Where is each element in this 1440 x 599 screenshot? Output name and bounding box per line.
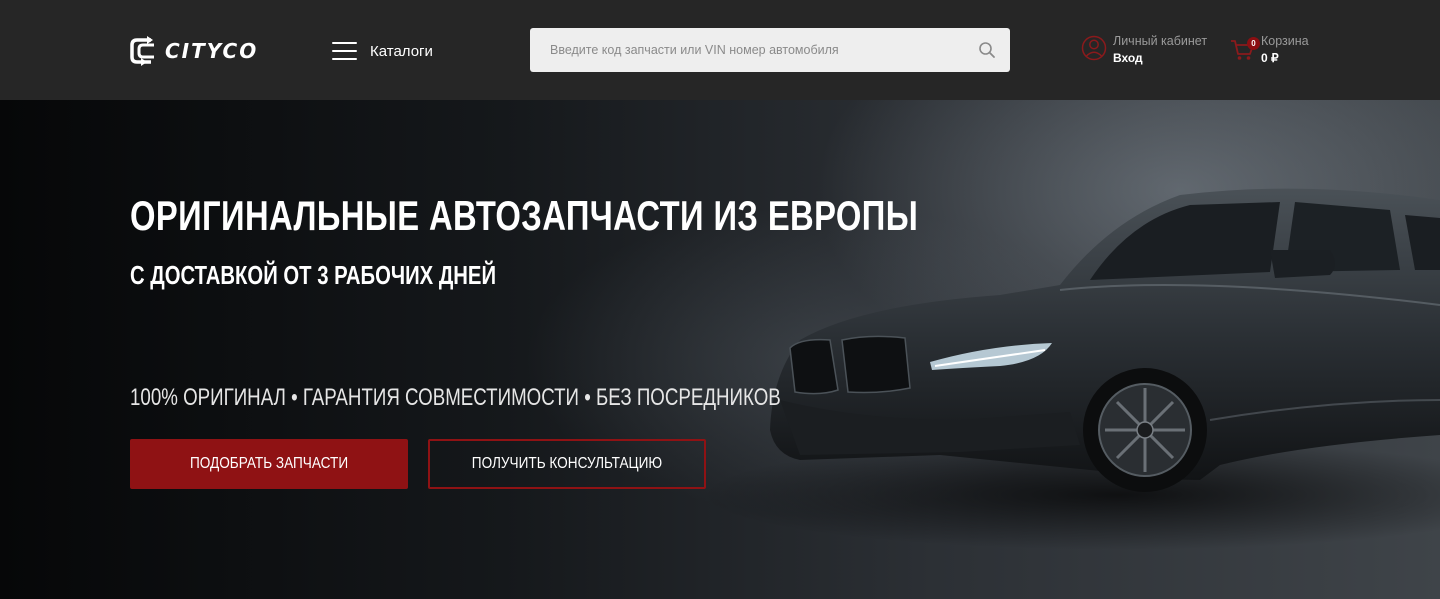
- get-consultation-button-label: ПОЛУЧИТЬ КОНСУЛЬТАЦИЮ: [471, 455, 663, 472]
- hero-subtitle: С ДОСТАВКОЙ ОТ 3 РАБОЧИХ ДНЕЙ: [130, 260, 497, 290]
- login-link[interactable]: Вход: [1113, 50, 1207, 66]
- user-icon: [1081, 35, 1107, 61]
- search-bar: [530, 28, 1010, 72]
- burger-menu-icon: [332, 42, 357, 60]
- hero-title: ОРИГИНАЛЬНЫЕ АВТОЗАПЧАСТИ ИЗ ЕВРОПЫ: [130, 192, 919, 239]
- cart-link[interactable]: 0 Корзина 0 ₽: [1230, 33, 1309, 66]
- select-parts-button[interactable]: ПОДОБРАТЬ ЗАПЧАСТИ: [130, 439, 408, 489]
- logo-text: CITYCO: [165, 39, 259, 63]
- catalog-menu-button[interactable]: Каталоги: [332, 38, 433, 64]
- cart-label: Корзина: [1261, 34, 1309, 48]
- select-parts-button-label: ПОДОБРАТЬ ЗАПЧАСТИ: [189, 455, 349, 472]
- logo[interactable]: CITYCO: [129, 33, 269, 69]
- site-header: CITYCO Каталоги Личный кабинет Вход: [0, 0, 1440, 100]
- hero-features: 100% ОРИГИНАЛ • ГАРАНТИЯ СОВМЕСТИМОСТИ •…: [130, 384, 781, 411]
- catalog-label: Каталоги: [370, 42, 433, 60]
- account-link[interactable]: Личный кабинет Вход: [1081, 33, 1207, 66]
- account-label: Личный кабинет: [1113, 34, 1208, 48]
- cart-total: 0 ₽: [1261, 51, 1279, 65]
- get-consultation-button[interactable]: ПОЛУЧИТЬ КОНСУЛЬТАЦИЮ: [428, 439, 706, 489]
- search-input[interactable]: [530, 28, 970, 72]
- cityco-logo-icon: [130, 36, 154, 66]
- car-image: [700, 188, 1440, 550]
- search-icon[interactable]: [978, 41, 996, 59]
- cart-count-badge: 0: [1247, 37, 1260, 50]
- hero-banner: ОРИГИНАЛЬНЫЕ АВТОЗАПЧАСТИ ИЗ ЕВРОПЫ С ДО…: [0, 100, 1440, 599]
